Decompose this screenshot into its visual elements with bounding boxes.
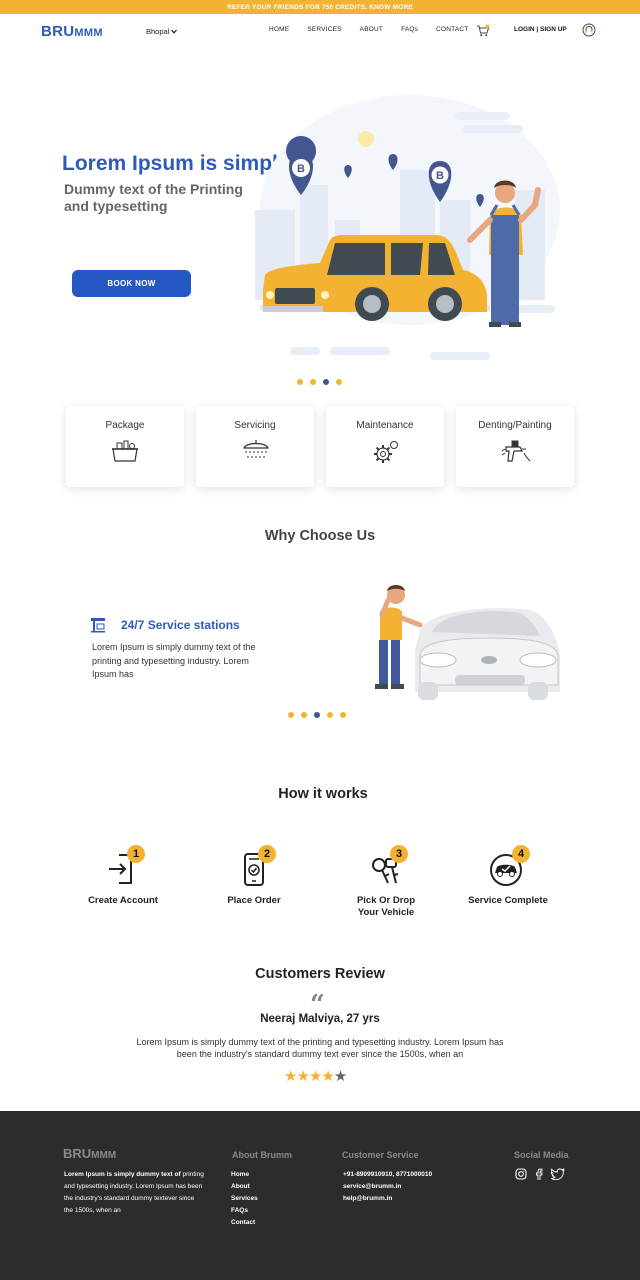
menu-contact[interactable]: CONTACT — [436, 26, 468, 33]
why-choose-us-title: Why Choose Us — [264, 528, 376, 544]
footer-description: Lorem Ipsum is simply dummy text of prin… — [64, 1171, 204, 1214]
star-filled-icon: ★ — [284, 1068, 297, 1085]
city-selector[interactable]: Bhopal — [146, 27, 178, 36]
instagram-icon[interactable] — [515, 1168, 527, 1180]
footer-link-services[interactable]: Services — [231, 1193, 258, 1205]
step-number-badge: 1 — [127, 845, 145, 863]
header-nav: BRUMMM Bhopal HOME SERVICES ABOUT FAQs C… — [0, 14, 640, 50]
package-basket-icon — [112, 440, 138, 462]
menu-about[interactable]: ABOUT — [360, 26, 383, 33]
star-filled-icon: ★ — [308, 1068, 322, 1085]
twitter-icon[interactable] — [551, 1168, 565, 1180]
hero-carousel-dots — [297, 379, 342, 385]
carousel-dot[interactable] — [310, 379, 316, 385]
service-label: Maintenance — [356, 420, 414, 431]
footer-link-home[interactable]: Home — [231, 1169, 258, 1181]
carousel-dot[interactable] — [340, 712, 346, 718]
star-rating: ★★★★★ — [284, 1067, 347, 1085]
step-pick-or-drop: 3 Pick Or Drop Your Vehicle — [326, 845, 446, 918]
why-carousel-dots — [288, 712, 346, 718]
social-links — [515, 1168, 565, 1180]
footer-link-contact[interactable]: Contact — [231, 1217, 258, 1229]
carousel-dot[interactable] — [301, 712, 307, 718]
step-number-badge: 2 — [258, 845, 276, 863]
review-text: Lorem Ipsum is simply dummy text of the … — [136, 1037, 504, 1059]
footer-link-faqs[interactable]: FAQs — [231, 1205, 258, 1217]
footer-about-links: Home About Services FAQs Contact — [231, 1169, 258, 1229]
footer-logo[interactable]: BRUMMM — [63, 1146, 116, 1161]
footer-social-heading: Social Media — [514, 1150, 569, 1160]
carousel-dot[interactable] — [327, 712, 333, 718]
star-filled-icon: ★ — [296, 1068, 309, 1085]
reviewer-name: Neeraj Malviya, 27 yrs — [260, 1013, 380, 1025]
customer-with-car-illustration — [375, 585, 560, 700]
service-station-icon — [91, 618, 105, 633]
login-signup-link[interactable]: LOGIN | SIGN UP — [514, 26, 567, 33]
carousel-dot[interactable] — [288, 712, 294, 718]
customers-review-title: Customers Review — [255, 966, 385, 982]
facebook-icon[interactable] — [533, 1168, 545, 1180]
svg-text:B: B — [436, 170, 444, 182]
footer-customer-service-heading: Customer Service — [342, 1150, 419, 1160]
footer-email-help[interactable]: help@brumm.in — [343, 1193, 432, 1205]
service-label: Denting/Painting — [478, 420, 552, 431]
referral-text[interactable]: REFER YOUR FRIENDS FOR 750 CREDITS. KNOW… — [227, 4, 413, 11]
step-label: Service Complete — [468, 895, 548, 906]
carousel-dot-active[interactable] — [323, 379, 329, 385]
cart-icon[interactable] — [476, 24, 490, 38]
book-now-button[interactable]: BOOK NOW — [72, 270, 191, 297]
service-label: Servicing — [234, 420, 276, 431]
service-card-maintenance[interactable]: Maintenance — [326, 406, 444, 487]
footer-contact-list: +91-8909910910, 8771000010 service@brumm… — [343, 1169, 432, 1205]
carousel-dot-active[interactable] — [314, 712, 320, 718]
service-label: Package — [105, 420, 145, 431]
service-card-denting-painting[interactable]: Denting/Painting — [456, 406, 574, 487]
why-feature-heading: 24/7 Service stations — [121, 618, 240, 632]
hero-section: Lorem Ipsum is simply Dummy text of the … — [0, 90, 640, 370]
menu-services[interactable]: SERVICES — [307, 26, 341, 33]
step-label: Create Account — [88, 895, 158, 906]
spray-gun-icon — [501, 440, 531, 462]
why-feature-text: Lorem Ipsum is simply dummy text of the … — [92, 642, 256, 679]
how-it-works-title: How it works — [278, 786, 368, 802]
step-number-badge: 4 — [512, 845, 530, 863]
footer-about-heading: About Brumm — [232, 1150, 292, 1160]
logo[interactable]: BRUMMM — [41, 23, 103, 40]
footer-link-about[interactable]: About — [231, 1181, 258, 1193]
car-wash-shower-icon — [243, 440, 269, 458]
footer-email-service[interactable]: service@brumm.in — [343, 1181, 432, 1193]
referral-banner[interactable]: REFER YOUR FRIENDS FOR 750 CREDITS. KNOW… — [0, 0, 640, 14]
main-menu: HOME SERVICES ABOUT FAQs CONTACT — [269, 26, 486, 33]
carousel-dot[interactable] — [297, 379, 303, 385]
footer-phone[interactable]: +91-8909910910, 8771000010 — [343, 1169, 432, 1181]
svg-text:B: B — [297, 163, 305, 175]
hero-illustration: B B — [255, 95, 560, 360]
step-label: Place Order — [227, 895, 281, 906]
step-create-account: 1 Create Account — [63, 845, 183, 907]
menu-home[interactable]: HOME — [269, 26, 289, 33]
gear-maintenance-icon — [374, 441, 398, 463]
star-filled-icon: ★ — [321, 1068, 334, 1085]
hero-subtitle: Dummy text of the Printing and typesetti… — [64, 181, 243, 214]
step-number-badge: 3 — [390, 845, 408, 863]
step-place-order: 2 Place Order — [194, 845, 314, 907]
service-card-package[interactable]: Package — [66, 406, 184, 487]
step-service-complete: 4 Service Complete — [448, 845, 568, 907]
chevron-down-icon — [171, 29, 178, 34]
service-card-servicing[interactable]: Servicing — [196, 406, 314, 487]
step-label: Pick Or Drop Your Vehicle — [356, 895, 416, 918]
carousel-dot[interactable] — [336, 379, 342, 385]
star-empty-icon: ★ — [333, 1068, 347, 1085]
menu-faqs[interactable]: FAQs — [401, 26, 418, 33]
footer: BRUMMM Lorem Ipsum is simply dummy text … — [0, 1111, 640, 1280]
headset-support-icon[interactable] — [582, 23, 596, 37]
services-row: Package Servicing Maintenance Denting/Pa… — [66, 406, 574, 487]
